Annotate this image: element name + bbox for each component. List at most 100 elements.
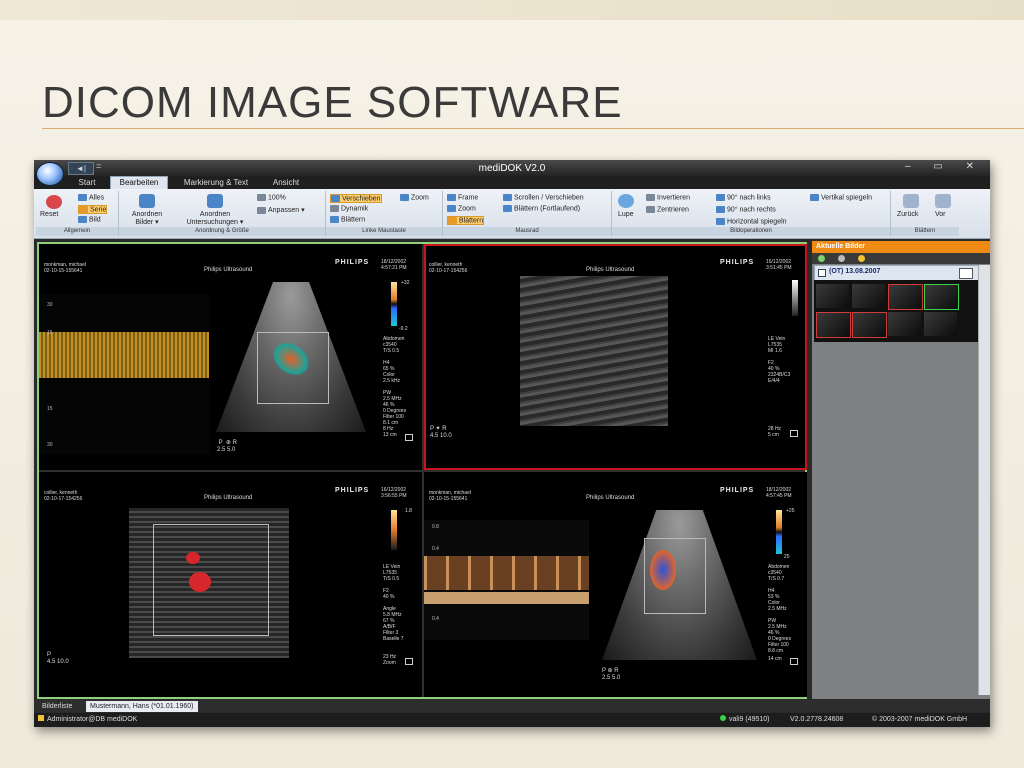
serie-button[interactable]: Serie	[78, 205, 108, 215]
study-label: (OT) 13.08.2007	[829, 268, 881, 275]
zoom-100-button[interactable]: 100%	[257, 194, 286, 201]
window-controls[interactable]: – ▭ ✕	[905, 161, 984, 172]
tab-patient[interactable]: Mustermann, Hans (*01.01.1960)	[86, 701, 198, 712]
probe-orientation: P ⊕ R 2.5 5.0	[602, 668, 621, 681]
study-header[interactable]: (OT) 13.08.2007	[814, 265, 980, 281]
thumbnail[interactable]	[852, 312, 887, 338]
user-icon	[38, 715, 44, 721]
thumbnail-grid	[814, 280, 978, 342]
tab-bearbeiten[interactable]: Bearbeiten	[110, 176, 168, 190]
study-date: 16/12/2002 3:56:55 PM	[381, 487, 407, 499]
frame-button[interactable]: Frame	[447, 194, 478, 201]
zurueck-icon	[903, 194, 919, 208]
thumbnail[interactable]	[924, 312, 957, 336]
current-images-header[interactable]: Aktuelle Bilder	[812, 241, 990, 253]
slide-accent-band	[0, 0, 1024, 20]
zurueck-button[interactable]: Zurück	[897, 211, 918, 218]
zentrieren-button[interactable]: Zentrieren	[646, 206, 689, 213]
flip-horizontal-button[interactable]: Horizontal spiegeln	[716, 218, 787, 225]
color-flow-region-2	[189, 572, 211, 592]
thumbnail[interactable]	[924, 284, 959, 310]
frame-checkbox[interactable]	[790, 430, 798, 437]
serie-icon	[79, 206, 88, 213]
image-pane-3[interactable]: collier, kenneth 02-10-17-154256 PHILIPS…	[39, 472, 422, 697]
patient-header: monkman, michael 02-10-15-155641	[44, 262, 86, 274]
verschieben-icon	[331, 195, 340, 202]
collapse-icon[interactable]	[818, 269, 826, 277]
doppler-waveform	[424, 556, 589, 590]
rotate-left-icon	[716, 194, 725, 201]
lupe-icon	[618, 194, 634, 208]
title-rule	[42, 128, 1024, 129]
frame-checkbox[interactable]	[405, 434, 413, 441]
flip-vertical-button[interactable]: Vertikal spiegeln	[810, 194, 872, 201]
anpassen-icon	[257, 206, 266, 214]
frame-checkbox[interactable]	[790, 658, 798, 665]
thumbnail[interactable]	[888, 312, 921, 336]
anordnen-bilder-button[interactable]: Anordnen Bilder ▾	[125, 211, 169, 227]
group-label: Blättern	[891, 227, 959, 236]
philips-brand: PHILIPS	[720, 259, 755, 266]
doppler-scale-tick: 15	[47, 406, 53, 412]
status-copyright: © 2003-2007 mediDOK GmbH	[872, 716, 968, 723]
zoom-wheel-button[interactable]: Zoom	[447, 205, 476, 212]
scrollen-button[interactable]: Scrollen / Verschieben	[503, 194, 584, 201]
tab-start[interactable]: Start	[72, 177, 102, 189]
slide-title: DICOM IMAGE SOFTWARE	[42, 78, 623, 127]
rotate-right-button[interactable]: 90° nach rechts	[716, 206, 776, 213]
anordnen-untersuchungen-button[interactable]: Anordnen Untersuchungen ▾	[177, 211, 253, 227]
color-roi-box	[153, 524, 269, 636]
invertieren-button[interactable]: Invertieren	[646, 194, 690, 201]
thumbnail[interactable]	[816, 284, 849, 308]
tab-bilderliste[interactable]: Bilderliste	[38, 701, 76, 712]
dynamik-button[interactable]: Dynamik	[330, 205, 368, 212]
frame-checkbox[interactable]	[405, 658, 413, 665]
home-icon[interactable]	[858, 255, 865, 262]
lupe-button[interactable]: Lupe	[618, 211, 634, 218]
group-label: Mausrad	[443, 227, 611, 236]
image-pane-2[interactable]: collier, kenneth 02-10-17-154256 PHILIPS…	[424, 244, 807, 470]
image-pane-4[interactable]: monkman, michael 02-10-15-155641 PHILIPS…	[424, 472, 807, 697]
alles-button[interactable]: Alles	[78, 194, 104, 201]
group-allgemein: Reset Alles Serie Bild Allgemein	[36, 191, 119, 236]
rotate-left-button[interactable]: 90° nach links	[716, 194, 771, 201]
blaettern-fort-button[interactable]: Blättern (Fortlaufend)	[503, 205, 580, 212]
panel-toolbar	[812, 253, 990, 264]
doppler-scale-tick: 15	[47, 330, 53, 336]
blaettern-wheel-button[interactable]: Blättern	[447, 216, 485, 226]
refresh-icon[interactable]	[818, 255, 825, 262]
color-scale-top: +25	[786, 508, 795, 514]
verschieben-button[interactable]: Verschieben	[330, 194, 382, 204]
group-label: Linke Maustaste	[326, 227, 442, 236]
thumbnail[interactable]	[852, 284, 885, 308]
tab-markierung[interactable]: Markierung & Text	[176, 177, 256, 189]
thumbnail[interactable]	[888, 284, 923, 310]
tab-ansicht[interactable]: Ansicht	[266, 177, 306, 189]
status-user: Administrator@DB mediDOK	[38, 713, 137, 727]
reset-button[interactable]: Reset	[40, 211, 58, 218]
color-scale-top: +32	[401, 280, 410, 286]
bild-button[interactable]: Bild	[78, 216, 101, 223]
color-flow-region	[650, 550, 676, 590]
group-anordnung: Anordnen Bilder ▾ Anordnen Untersuchunge…	[119, 191, 326, 236]
zoom-icon	[400, 194, 409, 201]
patient-header: collier, kenneth 02-10-17-154256	[429, 262, 468, 274]
vor-button[interactable]: Vor	[935, 211, 946, 218]
flip-horizontal-icon	[716, 218, 725, 225]
zoom-100-icon	[257, 194, 266, 201]
doppler-scale-tick: 30	[47, 442, 53, 448]
gear-icon[interactable]	[838, 255, 845, 262]
image-viewer-grid: monkman, michael 02-10-15-155641 PHILIPS…	[37, 242, 807, 699]
thumbnail[interactable]	[816, 312, 851, 338]
dynamik-icon	[330, 205, 339, 212]
scrollen-icon	[503, 194, 512, 201]
panel-scrollbar[interactable]	[978, 265, 990, 695]
zoom-left-button[interactable]: Zoom	[400, 194, 429, 201]
anpassen-button[interactable]: Anpassen ▾	[257, 206, 305, 214]
app-orb-button[interactable]	[36, 162, 64, 186]
image-pane-1[interactable]: monkman, michael 02-10-15-155641 PHILIPS…	[39, 244, 422, 470]
medidok-window: ◄| = mediDOK V2.0 – ▭ ✕ Start Bearbeiten…	[34, 160, 990, 727]
study-menu-icon[interactable]	[959, 268, 973, 279]
doppler-waveform	[39, 332, 209, 378]
blaettern-left-button[interactable]: Blättern	[330, 216, 365, 223]
